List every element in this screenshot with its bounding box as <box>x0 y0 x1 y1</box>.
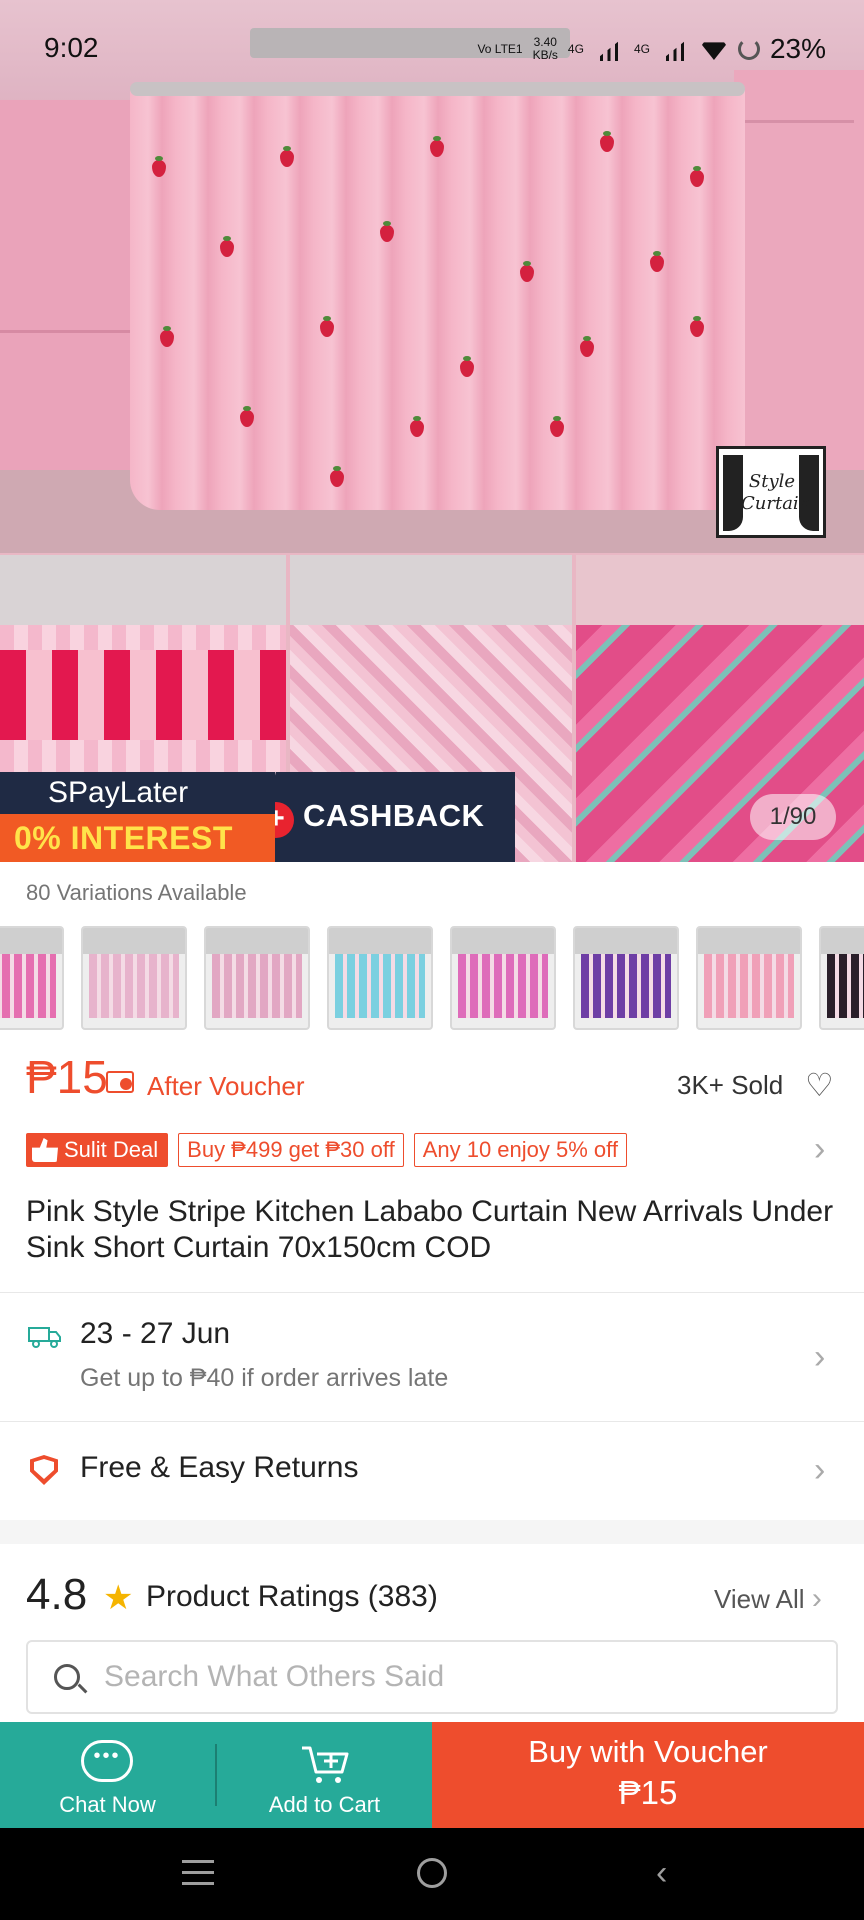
system-nav-bar: ‹ <box>0 1828 864 1920</box>
section-separator <box>0 1520 864 1544</box>
variation-swatch[interactable] <box>204 926 310 1030</box>
chevron-right-icon: › <box>811 1582 822 1615</box>
price: ₱15 <box>26 1051 108 1103</box>
star-icon: ★ <box>103 1579 134 1617</box>
status-bar: 9:02 Vo LTE1 3.40 KB/s 4G 4G 23% <box>0 0 864 96</box>
divider <box>0 1421 864 1422</box>
product-image-gallery[interactable]: Style Curtain + CASHBACK SPayLater 0% IN… <box>0 0 864 862</box>
sold-count: 3K+ Sold <box>677 1070 784 1100</box>
variation-swatch[interactable] <box>0 926 64 1030</box>
add-to-cart-button[interactable]: Add to Cart <box>217 1722 432 1828</box>
buy-with-voucher-button[interactable]: Buy with Voucher ₱15 <box>432 1722 864 1828</box>
net-type-2: 4G <box>633 41 650 56</box>
shield-icon <box>30 1455 58 1485</box>
spaylater-promo-banner: + CASHBACK SPayLater 0% INTEREST <box>0 772 515 862</box>
status-icons: Vo LTE1 3.40 KB/s 4G 4G 23% <box>477 32 826 66</box>
cabinet-left <box>0 100 130 520</box>
bottom-action-bar: Chat Now Add to Cart Buy with Voucher ₱1… <box>0 1722 864 1828</box>
network-speed-value: 3.40 <box>533 35 557 49</box>
battery-percent: 23% <box>769 33 826 64</box>
shipping-dates[interactable]: 23 - 27 Jun <box>80 1317 230 1351</box>
chat-icon <box>81 1740 133 1782</box>
cabinet-right <box>734 70 864 500</box>
shipping-guarantee-note: Get up to ₱40 if order arrives late <box>80 1364 449 1392</box>
image-counter: 1/90 <box>750 794 836 840</box>
variation-swatch[interactable] <box>573 926 679 1030</box>
bottom-bar-left: Chat Now Add to Cart <box>0 1722 432 1828</box>
chevron-right-icon[interactable]: › <box>814 1451 825 1490</box>
style-curtain-logo: Style Curtain <box>716 446 826 538</box>
sulit-deal-badge: Sulit Deal <box>26 1133 169 1167</box>
chat-now-button[interactable]: Chat Now <box>0 1722 215 1828</box>
signal-icon-2 <box>659 37 690 61</box>
spaylater-text: SPayLater <box>48 776 189 809</box>
strawberry-curtain <box>130 90 745 510</box>
signal-icon <box>593 37 624 61</box>
review-search-input[interactable]: Search What Others Said <box>26 1640 838 1714</box>
back-icon[interactable]: ‹ <box>656 1856 667 1890</box>
deal-tags[interactable]: Sulit Deal Buy ₱499 get ₱30 off Any 10 e… <box>26 1132 627 1168</box>
variation-swatch[interactable] <box>696 926 802 1030</box>
view-all-label: View All <box>714 1584 805 1614</box>
chevron-right-icon[interactable]: › <box>814 1130 825 1169</box>
search-placeholder: Search What Others Said <box>104 1660 445 1693</box>
chat-now-label: Chat Now <box>59 1792 156 1817</box>
variation-swatch[interactable] <box>819 926 864 1030</box>
network-speed-unit: KB/s <box>532 48 558 62</box>
voucher-icon <box>106 1071 134 1093</box>
variations-label: 80 Variations Available <box>26 880 247 905</box>
recent-apps-icon[interactable] <box>182 1860 214 1886</box>
heart-icon[interactable]: ♡ <box>805 1069 837 1101</box>
buy-with-voucher-label: Buy with Voucher <box>528 1734 768 1769</box>
net-type-1: 4G <box>567 41 584 56</box>
search-icon <box>54 1664 80 1690</box>
divider <box>0 1292 864 1293</box>
variation-swatch[interactable] <box>450 926 556 1030</box>
network-speed: 3.40 KB/s <box>533 36 558 62</box>
cashback-text: CASHBACK <box>303 798 485 833</box>
battery-icon <box>737 38 760 60</box>
variation-swatches[interactable] <box>0 926 864 1030</box>
sulit-deal-label: Sulit Deal <box>64 1137 159 1162</box>
product-ratings-label: Product Ratings (383) <box>146 1580 438 1613</box>
variation-swatch[interactable] <box>327 926 433 1030</box>
add-to-cart-label: Add to Cart <box>268 1792 381 1817</box>
logo-text: Style Curtain <box>741 471 811 514</box>
status-time: 9:02 <box>44 32 99 63</box>
deal-tag-bundle[interactable]: Buy ₱499 get ₱30 off <box>178 1133 404 1167</box>
buy-price-label: ₱15 <box>618 1774 678 1811</box>
deal-tag-discount[interactable]: Any 10 enjoy 5% off <box>413 1133 627 1167</box>
variation-swatch[interactable] <box>81 926 187 1030</box>
product-title: Pink Style Stripe Kitchen Lababo Curtain… <box>26 1195 834 1264</box>
home-icon[interactable] <box>417 1858 447 1888</box>
view-all-ratings-link[interactable]: View All › <box>714 1582 822 1616</box>
free-returns-label[interactable]: Free & Easy Returns <box>80 1451 358 1485</box>
volte-indicator: Vo LTE1 <box>477 41 523 56</box>
wifi-icon <box>699 42 728 60</box>
cart-icon <box>302 1746 349 1783</box>
thumbs-up-icon <box>32 1138 58 1162</box>
after-voucher-label: After Voucher <box>147 1071 305 1101</box>
truck-icon <box>28 1327 61 1348</box>
zero-interest-text: 0% INTEREST <box>14 820 233 856</box>
chevron-right-icon[interactable]: › <box>814 1338 825 1377</box>
rating-score: 4.8 <box>26 1570 88 1619</box>
